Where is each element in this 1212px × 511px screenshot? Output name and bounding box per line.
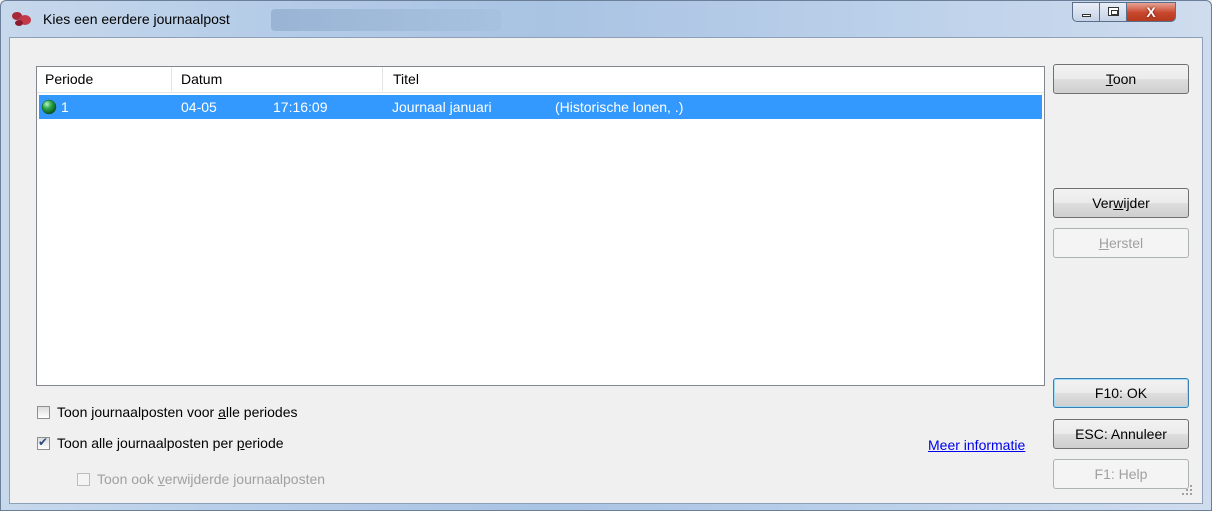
column-divider[interactable] <box>171 67 172 91</box>
option-label: Toon journaalposten voor alle periodes <box>57 404 298 420</box>
cell-periode: 1 <box>61 99 69 115</box>
option-alle-periodes[interactable]: Toon journaalposten voor alle periodes <box>37 404 298 420</box>
checkbox-per-periode[interactable] <box>37 435 50 450</box>
close-button[interactable]: X <box>1126 2 1176 22</box>
journal-list[interactable]: Periode Datum Titel 1 04-05 17:16:09 Jou… <box>36 66 1045 386</box>
minimize-icon <box>1082 14 1091 17</box>
toon-button[interactable]: Toon <box>1053 64 1189 94</box>
button-label-part: erstel <box>1108 235 1144 251</box>
resize-grip-icon[interactable] <box>1181 484 1193 496</box>
close-icon: X <box>1146 4 1156 20</box>
button-label-part: ijder <box>1123 195 1150 211</box>
status-dot-icon <box>41 99 57 115</box>
column-header-periode[interactable]: Periode <box>45 71 93 87</box>
button-accel-key: T <box>1105 71 1113 87</box>
column-divider[interactable] <box>382 67 383 91</box>
option-label: Toon alle journaalposten per periode <box>57 435 284 451</box>
option-per-periode[interactable]: Toon alle journaalposten per periode <box>37 435 284 451</box>
ok-button[interactable]: F10: OK <box>1053 378 1189 408</box>
column-header-titel[interactable]: Titel <box>393 71 419 87</box>
button-label-part: oon <box>1112 71 1137 87</box>
column-header-datum[interactable]: Datum <box>181 71 222 87</box>
option-verwijderde[interactable]: Toon ook verwijderde journaalposten <box>77 471 325 487</box>
list-header: Periode Datum Titel <box>37 67 1044 93</box>
button-label-part: Ver <box>1092 195 1114 211</box>
cell-titel: Journaal januari <box>392 99 492 115</box>
title-blur-area <box>271 9 501 31</box>
dialog-window: Kies een eerdere journaalpost X Periode … <box>0 0 1212 511</box>
checkbox-verwijderde[interactable] <box>77 472 90 486</box>
cell-tijd: 17:16:09 <box>273 99 328 115</box>
cancel-button[interactable]: ESC: Annuleer <box>1053 419 1189 449</box>
cell-datum: 04-05 <box>181 99 217 115</box>
button-accel-key: H <box>1098 235 1109 251</box>
help-button[interactable]: F1: Help <box>1053 459 1189 489</box>
restore-button[interactable] <box>1099 2 1127 22</box>
app-logo-icon <box>12 12 31 26</box>
restore-icon <box>1108 7 1119 16</box>
window-title: Kies een eerdere journaalpost <box>43 11 230 27</box>
meer-informatie-link[interactable]: Meer informatie <box>928 437 1025 453</box>
dialog-client-area: Periode Datum Titel 1 04-05 17:16:09 Jou… <box>9 37 1203 504</box>
checkbox-alle-periodes[interactable] <box>37 405 50 419</box>
cell-omschrijving: (Historische lonen, .) <box>555 99 684 115</box>
option-label: Toon ook verwijderde journaalposten <box>97 471 326 487</box>
button-accel-key: w <box>1113 195 1124 211</box>
table-row[interactable]: 1 04-05 17:16:09 Journaal januari (Histo… <box>39 95 1042 119</box>
verwijder-button[interactable]: Verwijder <box>1053 188 1189 218</box>
herstel-button[interactable]: Herstel <box>1053 228 1189 258</box>
title-bar[interactable]: Kies een eerdere journaalpost X <box>1 1 1211 37</box>
minimize-button[interactable] <box>1072 2 1100 22</box>
